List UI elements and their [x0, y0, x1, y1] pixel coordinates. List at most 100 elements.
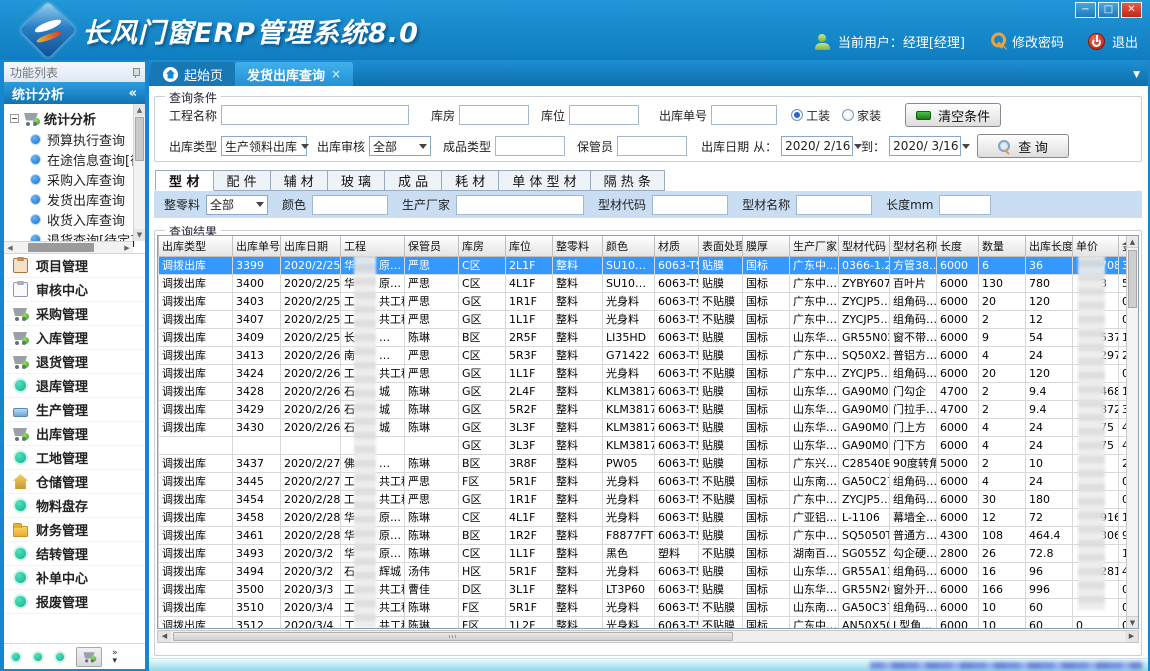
warehouse-input[interactable]	[459, 105, 529, 125]
scroll-right-icon[interactable]: ▶	[1125, 631, 1138, 642]
material-tab-7[interactable]: 单 体 型 材	[499, 170, 590, 191]
column-header-长度[interactable]: 长度	[937, 236, 979, 256]
material-tab-8[interactable]: 隔 热 条	[591, 170, 665, 191]
tree-vertical-scrollbar[interactable]: ▲ ▼	[133, 104, 145, 241]
table-row[interactable]: 调拨出库34302020/2/26石城陈琳G区3L3F整料KLM38176063…	[159, 418, 1140, 436]
table-row[interactable]: 调拨出库34932020/3/2华原…陈琳C区1L1F整料黑色塑料不贴膜国标湖南…	[159, 544, 1140, 562]
sidebar-group-补单中心[interactable]: 补单中心	[4, 566, 145, 590]
column-header-表面处理[interactable]: 表面处理	[699, 236, 743, 256]
sidebar-group-采购管理[interactable]: 采购管理	[4, 302, 145, 326]
column-header-生产厂家[interactable]: 生产厂家	[790, 236, 839, 256]
length-input[interactable]	[939, 195, 991, 215]
table-row[interactable]: 调拨出库34002020/2/25华原…严思C区4L1F整料SU10…6063-…	[159, 274, 1140, 292]
location-input[interactable]	[569, 105, 639, 125]
sidebar-group-退库管理[interactable]: 退库管理	[4, 374, 145, 398]
column-header-型材名称[interactable]: 型材名称	[890, 236, 937, 256]
footer-circle-icon[interactable]	[10, 651, 22, 663]
color-input[interactable]	[312, 195, 388, 215]
profile-name-input[interactable]	[796, 195, 872, 215]
sidebar-group-仓储管理[interactable]: 仓储管理	[4, 470, 145, 494]
table-row[interactable]: 调拨出库35102020/3/4工共工程陈琳F区5R1F整料光身料6063-T5…	[159, 598, 1140, 616]
footer-circle-icon[interactable]	[54, 651, 66, 663]
column-header-材质[interactable]: 材质	[655, 236, 699, 256]
table-row[interactable]: 调拨出库34582020/2/28华原…陈琳C区4L1F整料光身料6063-T5…	[159, 508, 1140, 526]
tree-item-预算执行查询[interactable]: 预算执行查询	[10, 129, 131, 149]
date-to-select[interactable]: 2020/ 3/16	[889, 136, 961, 156]
tab-close-icon[interactable]: ×	[331, 67, 341, 81]
whole-part-select[interactable]: 全部	[206, 195, 268, 215]
material-tab-2[interactable]: 配 件	[214, 170, 271, 191]
sidebar-group-结转管理[interactable]: 结转管理	[4, 542, 145, 566]
search-button[interactable]: 查 询	[977, 134, 1069, 158]
sidebar-group-财务管理[interactable]: 财务管理	[4, 518, 145, 542]
grid-hscroll-thumb[interactable]	[173, 632, 733, 641]
audit-select[interactable]: 全部	[369, 136, 431, 156]
scroll-up-icon[interactable]: ▲	[1127, 236, 1138, 248]
grid-vscroll-thumb[interactable]	[1128, 250, 1137, 308]
sidebar-group-退货管理[interactable]: 退货管理	[4, 350, 145, 374]
collapse-icon[interactable]: «	[129, 86, 137, 101]
scroll-left-icon[interactable]: ◀	[158, 631, 171, 642]
tree-expander-icon[interactable]	[10, 114, 19, 123]
minimize-button[interactable]: −	[1075, 2, 1096, 18]
grid-horizontal-scrollbar[interactable]: ◀ ▶	[157, 630, 1139, 643]
pin-icon[interactable]	[132, 68, 139, 77]
logout-link[interactable]: 退出	[1112, 32, 1138, 51]
table-row[interactable]: 调拨出库33992020/2/25华原…严思C区2L1F整料SU10…6063-…	[159, 256, 1140, 274]
scroll-left-icon[interactable]: ◀	[4, 242, 16, 254]
keeper-input[interactable]	[617, 136, 687, 156]
tree-item-发货出库查询[interactable]: 发货出库查询	[10, 189, 131, 209]
sidebar-group-生产管理[interactable]: 生产管理	[4, 398, 145, 422]
project-name-input[interactable]	[221, 105, 409, 125]
column-header-工程[interactable]: 工程	[341, 236, 405, 256]
tree-item-收货入库查询[interactable]: 收货入库查询	[10, 209, 131, 229]
sidebar-group-项目管理[interactable]: 项目管理	[4, 254, 145, 278]
tree-hscroll-thumb[interactable]	[28, 243, 94, 252]
clear-conditions-button[interactable]: 清空条件	[905, 103, 1001, 127]
radio-icon[interactable]	[842, 109, 854, 121]
tab-shipping-outbound-query[interactable]: 发货出库查询 ×	[235, 62, 353, 86]
sidebar-group-出库管理[interactable]: 出库管理	[4, 422, 145, 446]
material-tab-3[interactable]: 辅 材	[271, 170, 328, 191]
sidebar-group-工地管理[interactable]: 工地管理	[4, 446, 145, 470]
table-row[interactable]: 调拨出库34072020/2/25工共工程严思G区1L1F整料光身料6063-T…	[159, 310, 1140, 328]
radio-gongzhuang[interactable]: 工装	[791, 107, 830, 124]
sidebar-group-报废管理[interactable]: 报废管理	[4, 590, 145, 614]
tree-horizontal-scrollbar[interactable]: ◀ ▶	[4, 241, 133, 253]
profile-code-input[interactable]	[652, 195, 728, 215]
sidebar-group-入库管理[interactable]: 入库管理	[4, 326, 145, 350]
radio-icon[interactable]	[791, 109, 803, 121]
table-row[interactable]: 调拨出库34032020/2/25工共工程严思G区1R1F整料光身料6063-T…	[159, 292, 1140, 310]
table-row[interactable]: 调拨出库34092020/2/25长…陈琳B区2R5F整料LI35HD6063-…	[159, 328, 1140, 346]
material-tab-4[interactable]: 玻 璃	[328, 170, 385, 191]
column-header-型材代码[interactable]: 型材代码	[839, 236, 890, 256]
footer-more-button[interactable]: »▾	[112, 649, 118, 665]
material-tab-5[interactable]: 成 品	[385, 170, 442, 191]
column-header-整零料[interactable]: 整零料	[553, 236, 603, 256]
tree-item-在途信息查询[待[interactable]: 在途信息查询[待	[10, 149, 131, 169]
scroll-down-icon[interactable]: ▼	[1127, 616, 1138, 628]
column-header-出库单号[interactable]: 出库单号	[233, 236, 281, 256]
material-tab-1[interactable]: 型 材	[155, 170, 214, 191]
grid-vertical-scrollbar[interactable]: ▲ ▼	[1126, 236, 1138, 628]
table-row[interactable]: G区3L3F整料KLM38176063-T5贴膜国标山东华…GA90M09.门下…	[159, 436, 1140, 454]
table-row[interactable]: 调拨出库34542020/2/28工共工程严思G区1R1F整料光身料6063-T…	[159, 490, 1140, 508]
column-header-数量[interactable]: 数量	[979, 236, 1026, 256]
table-row[interactable]: 调拨出库34452020/2/27工共工程严思F区5R1F整料光身料6063-T…	[159, 472, 1140, 490]
column-header-库位[interactable]: 库位	[506, 236, 553, 256]
column-header-单价[interactable]: 单价	[1073, 236, 1119, 256]
tab-home[interactable]: 起始页	[151, 62, 235, 86]
tree-item-采购入库查询[interactable]: 采购入库查询	[10, 169, 131, 189]
tab-overflow-icon[interactable]: ▼	[1133, 70, 1140, 80]
column-header-出库类型[interactable]: 出库类型	[159, 236, 233, 256]
date-from-select[interactable]: 2020/ 2/16	[781, 136, 853, 156]
sidebar-group-审核中心[interactable]: 审核中心	[4, 278, 145, 302]
table-row[interactable]: 调拨出库35002020/3/3工共工程曹佳D区3L1F整料LT3P606063…	[159, 580, 1140, 598]
column-header-膜厚[interactable]: 膜厚	[743, 236, 790, 256]
footer-cart-button[interactable]	[76, 647, 102, 667]
footer-circle-icon[interactable]	[32, 651, 44, 663]
column-header-出库长度[interactable]: 出库长度	[1026, 236, 1073, 256]
product-type-input[interactable]	[495, 136, 565, 156]
column-header-库房[interactable]: 库房	[459, 236, 506, 256]
table-row[interactable]: 调拨出库34242020/2/26工共工程严思G区1L1F整料光身料6063-T…	[159, 364, 1140, 382]
